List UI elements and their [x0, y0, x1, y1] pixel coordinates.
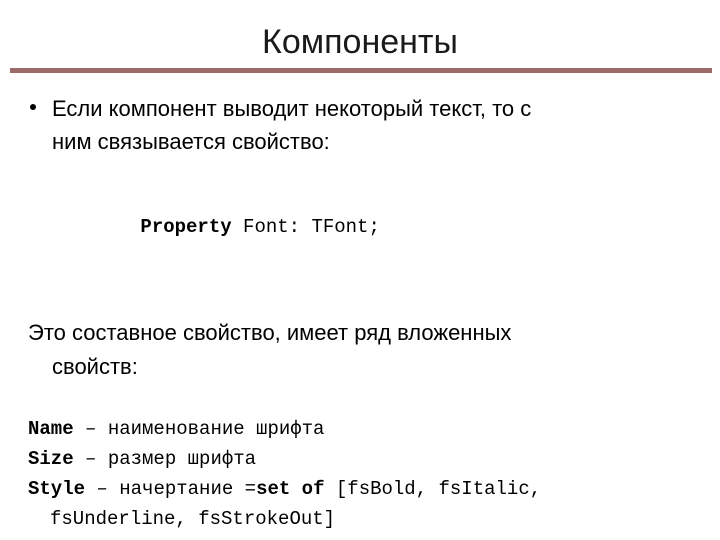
bullet-line-1: Если компонент выводит некоторый текст, …: [52, 96, 532, 121]
title-block: Компоненты: [0, 22, 720, 62]
property-row-style: Style – начертание =set of [fsBold, fsIt…: [28, 474, 708, 534]
property-row-size: Size – размер шрифта: [28, 444, 708, 474]
bullet-line-2: ним связывается свойство:: [52, 129, 330, 154]
list-item: Если компонент выводит некоторый текст, …: [0, 92, 720, 158]
paragraph-line-2: свойств:: [52, 354, 138, 379]
paragraph-line-1: Это составное свойство, имеет ряд вложен…: [28, 320, 512, 345]
property-name: Name: [28, 418, 74, 440]
property-separator: –: [85, 478, 120, 500]
property-description: наименование шрифта: [107, 418, 325, 440]
paragraph-text: Это составное свойство, имеет ряд вложен…: [28, 316, 702, 384]
declaration-keyword: Property: [140, 216, 232, 238]
declaration-rest: Font: TFont;: [231, 216, 380, 238]
slide: Компоненты Если компонент выводит некото…: [0, 0, 720, 540]
page-title: Компоненты: [262, 23, 458, 61]
property-set-keyword: set of: [256, 478, 325, 500]
slide-body: Если компонент выводит некоторый текст, …: [0, 92, 720, 534]
property-list: Name – наименование шрифта Size – размер…: [0, 414, 720, 534]
paragraph-block: Это составное свойство, имеет ряд вложен…: [0, 316, 720, 384]
property-name: Size: [28, 448, 74, 470]
property-description: размер шрифта: [107, 448, 257, 470]
title-divider: [10, 68, 712, 73]
property-values-continuation: fsUnderline, fsStrokeOut]: [50, 508, 336, 530]
bullet-text: Если компонент выводит некоторый текст, …: [52, 92, 702, 158]
property-values: [fsBold, fsItalic,: [324, 478, 542, 500]
bullet-dot-icon: [30, 104, 36, 110]
property-description: начертание =: [119, 478, 257, 500]
property-separator: –: [73, 418, 108, 440]
property-row-name: Name – наименование шрифта: [28, 414, 708, 444]
property-separator: –: [73, 448, 108, 470]
property-name: Style: [28, 478, 86, 500]
property-declaration: Property Font: TFont;: [0, 182, 720, 272]
